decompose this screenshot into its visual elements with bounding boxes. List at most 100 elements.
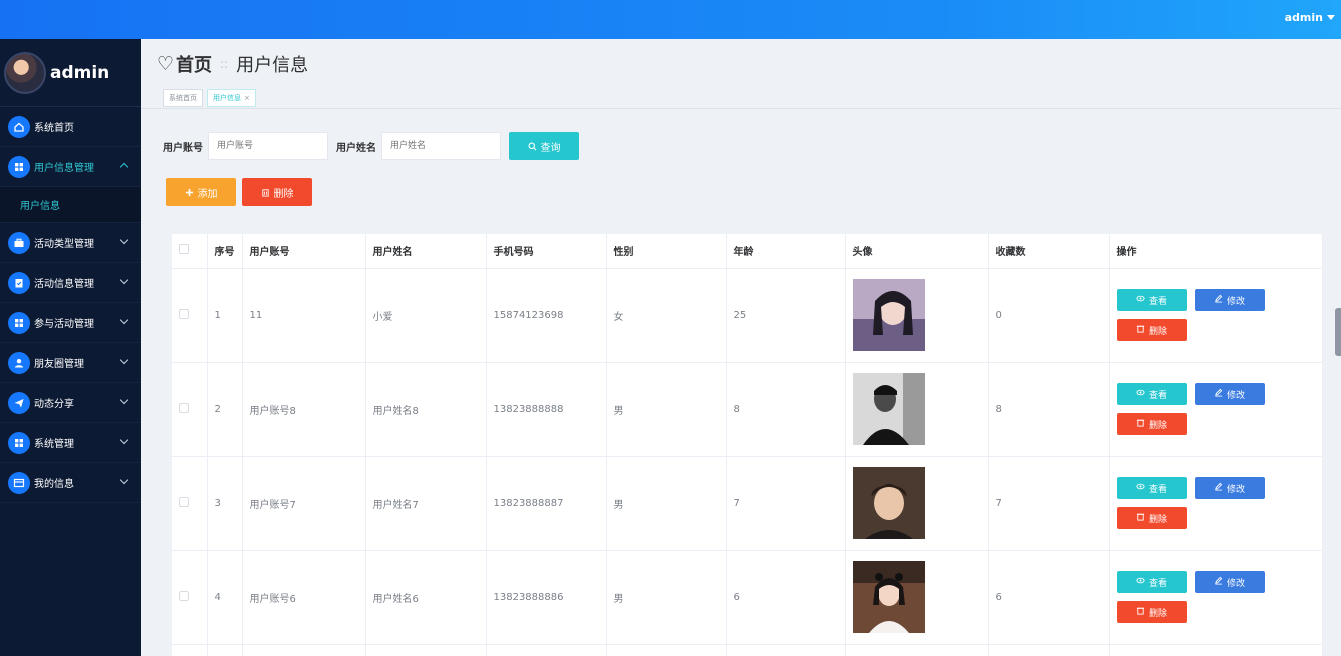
favorites-cell: 6 xyxy=(988,550,1110,645)
trash-icon xyxy=(1136,606,1145,618)
phone-cell: 15874123698 xyxy=(486,268,607,363)
avatar-cell xyxy=(845,550,989,645)
batch-delete-button[interactable]: 删除 xyxy=(242,178,312,206)
sidebar-item-activity-info[interactable]: 活动信息管理 xyxy=(0,263,141,303)
view-button[interactable]: 查看 xyxy=(1116,477,1187,499)
table-row: 3 用户账号7 用户姓名7 13823888887 男 7 7 查看 修改 删除 xyxy=(172,456,1323,551)
column-header: 操作 xyxy=(1109,234,1323,269)
sidebar-subitem-label: 用户信息 xyxy=(20,201,60,212)
account-input[interactable] xyxy=(208,132,328,160)
edit-icon xyxy=(1214,482,1223,494)
sidebar-item-label: 我的信息 xyxy=(34,479,74,490)
home-icon xyxy=(8,115,30,138)
edit-icon xyxy=(1214,388,1223,400)
view-button[interactable]: 查看 xyxy=(1116,383,1187,405)
tab-bar: 系统首页 用户信息 × xyxy=(163,89,256,107)
query-button[interactable]: 查询 xyxy=(509,132,579,160)
edit-label: 修改 xyxy=(1226,484,1245,495)
breadcrumb: ♡ 首页 :: 用户信息 xyxy=(157,51,308,77)
sidebar-item-label: 系统首页 xyxy=(34,123,74,134)
add-button[interactable]: 添加 xyxy=(166,178,236,206)
delete-button[interactable]: 删除 xyxy=(1116,413,1187,435)
edit-icon xyxy=(1214,294,1223,306)
phone-cell: 13823888888 xyxy=(486,362,607,457)
chevron-down-icon xyxy=(119,355,129,365)
edit-button[interactable]: 修改 xyxy=(1194,289,1265,311)
user-menu-label: admin xyxy=(1284,11,1323,24)
table-cell xyxy=(242,644,366,656)
edit-button[interactable]: 修改 xyxy=(1194,477,1265,499)
sidebar-subitem-user-info[interactable]: 用户信息 xyxy=(0,187,141,223)
name-input[interactable] xyxy=(381,132,501,160)
table-cell xyxy=(365,644,487,656)
account-cell: 用户账号8 xyxy=(242,362,366,457)
view-label: 查看 xyxy=(1148,296,1167,307)
select-cell xyxy=(172,268,208,363)
actions-cell: 查看 修改删除 xyxy=(1109,550,1323,645)
column-header: 用户账号 xyxy=(242,234,366,269)
sidebar-item-label: 动态分享 xyxy=(34,399,74,410)
view-button[interactable]: 查看 xyxy=(1116,289,1187,311)
row-checkbox[interactable] xyxy=(179,496,189,507)
edit-button[interactable]: 修改 xyxy=(1194,383,1265,405)
tab-label: 用户信息 xyxy=(213,94,241,102)
avatar-image[interactable] xyxy=(852,279,988,351)
scrollbar-thumb[interactable] xyxy=(1335,308,1341,356)
sidebar-item-label: 系统管理 xyxy=(34,439,74,450)
account-cell: 用户账号6 xyxy=(242,550,366,645)
table-row xyxy=(172,644,1323,656)
sidebar-item-my-info[interactable]: 我的信息 xyxy=(0,463,141,503)
account-cell: 用户账号7 xyxy=(242,456,366,551)
grid-icon xyxy=(8,311,30,334)
sidebar-item-home[interactable]: 系统首页 xyxy=(0,107,141,147)
sidebar-item-activity-type[interactable]: 活动类型管理 xyxy=(0,223,141,263)
breadcrumb-current: 用户信息 xyxy=(236,55,309,76)
grid-icon xyxy=(8,431,30,454)
close-icon[interactable]: × xyxy=(244,94,250,102)
sidebar-item-participation[interactable]: 参与活动管理 xyxy=(0,303,141,343)
age-cell: 8 xyxy=(726,362,846,457)
column-header: 手机号码 xyxy=(486,234,607,269)
sidebar-item-moments[interactable]: 朋友圈管理 xyxy=(0,343,141,383)
user-icon xyxy=(8,351,30,374)
add-label: 添加 xyxy=(197,188,218,200)
delete-button[interactable]: 删除 xyxy=(1116,601,1187,623)
avatar-image[interactable] xyxy=(852,373,988,445)
send-icon xyxy=(8,391,30,414)
table-header: 序号 用户账号 用户姓名 手机号码 性别 年龄 头像 收藏数 操作 xyxy=(172,234,1323,269)
tab-home[interactable]: 系统首页 xyxy=(163,89,203,107)
table-row: 4 用户账号6 用户姓名6 13823888886 男 6 6 查看 修改 删除 xyxy=(172,550,1323,645)
table-cell xyxy=(207,644,243,656)
delete-label: 删除 xyxy=(1148,326,1167,337)
view-button[interactable]: 查看 xyxy=(1116,571,1187,593)
edit-button[interactable]: 修改 xyxy=(1194,571,1265,593)
avatar-image[interactable] xyxy=(852,561,988,633)
tab-user-info[interactable]: 用户信息 × xyxy=(207,89,256,107)
avatar-cell xyxy=(845,268,989,363)
actions-cell: 查看 修改删除 xyxy=(1109,268,1323,363)
delete-button[interactable]: 删除 xyxy=(1116,319,1187,341)
delete-button[interactable]: 删除 xyxy=(1116,507,1187,529)
sidebar-item-share[interactable]: 动态分享 xyxy=(0,383,141,423)
edit-label: 修改 xyxy=(1226,578,1245,589)
grid-icon xyxy=(8,155,30,178)
sidebar-item-user-management[interactable]: 用户信息管理 xyxy=(0,147,141,187)
name-cell: 用户姓名7 xyxy=(365,456,487,551)
chevron-down-icon xyxy=(119,235,129,245)
sidebar-item-system[interactable]: 系统管理 xyxy=(0,423,141,463)
row-checkbox[interactable] xyxy=(179,308,189,319)
row-checkbox[interactable] xyxy=(179,402,189,413)
avatar-image[interactable] xyxy=(852,467,988,539)
table-cell xyxy=(606,644,727,656)
trash-icon xyxy=(1136,512,1145,524)
user-menu[interactable]: admin xyxy=(1285,11,1335,24)
eye-icon xyxy=(1136,388,1145,400)
table-cell xyxy=(1109,644,1323,656)
edit-label: 修改 xyxy=(1226,390,1245,401)
select-all-checkbox[interactable] xyxy=(179,244,189,255)
table-cell xyxy=(845,644,989,656)
breadcrumb-home[interactable]: 首页 xyxy=(176,51,212,77)
favorites-cell: 0 xyxy=(988,268,1110,363)
gender-cell: 女 xyxy=(606,268,727,363)
row-checkbox[interactable] xyxy=(179,590,189,601)
